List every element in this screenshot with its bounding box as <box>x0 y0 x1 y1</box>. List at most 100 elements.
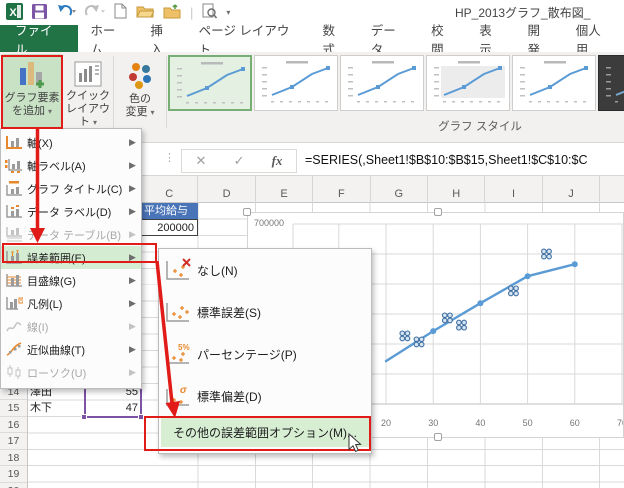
menu-item-axis-titles[interactable]: 軸ラベル(A)▶ <box>1 154 141 177</box>
add-chart-element-button[interactable]: グラフ要素 を追加 ▾ <box>2 54 62 129</box>
error-bars-none-icon <box>159 258 197 282</box>
chart-resize-handle[interactable] <box>434 208 442 216</box>
column-header[interactable]: I <box>485 176 542 203</box>
submenu-arrow-icon: ▶ <box>129 252 141 263</box>
column-header[interactable]: E <box>256 176 313 203</box>
chart-styles-gallery <box>168 55 624 113</box>
series-value-cell[interactable]: 200000 <box>141 219 198 235</box>
menu-item-error-bars[interactable]: 誤差範囲(E)▶ <box>1 246 141 269</box>
formula-bar-grip[interactable]: ⋮ <box>164 151 175 164</box>
submenu-arrow-icon: ▶ <box>129 344 141 355</box>
column-header[interactable]: F <box>313 176 370 203</box>
redo-icon[interactable] <box>85 4 105 21</box>
cancel-icon[interactable]: ✕ <box>196 153 207 169</box>
svg-text:70: 70 <box>617 418 623 428</box>
submenu-arrow-icon: ▶ <box>129 229 141 240</box>
submenu-arrow-icon: ▶ <box>129 275 141 286</box>
selection-handle[interactable] <box>138 414 144 420</box>
chart-style-thumbnail[interactable] <box>340 55 424 111</box>
gridlines-icon <box>1 273 27 288</box>
cell-b15[interactable]: 47 <box>86 400 138 416</box>
open-folder-icon[interactable] <box>136 4 154 21</box>
svg-text:σ: σ <box>180 385 187 396</box>
add-chart-element-menu: 軸(X)▶ 軸ラベル(A)▶ グラフ タイトル(C)▶ データ ラベル(D)▶ … <box>0 128 142 389</box>
menu-item-axes[interactable]: 軸(X)▶ <box>1 131 141 154</box>
svg-text:20: 20 <box>381 418 391 428</box>
change-colors-button[interactable]: 色の 変更 ▾ <box>116 54 164 129</box>
chart-style-thumbnail[interactable] <box>426 55 510 111</box>
submenu-item-standard-deviation[interactable]: σ 標準偏差(D) <box>159 375 371 417</box>
tab-formulas[interactable]: 数式 <box>311 25 359 52</box>
tab-home[interactable]: ホーム <box>78 25 138 52</box>
svg-text:30: 30 <box>428 418 438 428</box>
error-bars-icon <box>1 250 27 265</box>
quick-layout-button[interactable]: クイック レイアウト ▾ <box>64 54 112 129</box>
chart-style-thumbnail[interactable] <box>598 55 624 111</box>
chart-style-thumbnail[interactable] <box>512 55 596 111</box>
trendline-icon <box>1 342 27 357</box>
column-header[interactable]: J <box>543 176 600 203</box>
menu-item-legend[interactable]: 凡例(L)▶ <box>1 292 141 315</box>
chart-title-icon <box>1 181 27 196</box>
submenu-arrow-icon: ▶ <box>129 137 141 148</box>
row-header[interactable]: 20 <box>0 483 27 488</box>
series-name-cell[interactable]: 平均給与 <box>141 203 198 219</box>
row-header[interactable]: 19 <box>0 466 27 482</box>
menu-item-data-table: データ テーブル(B)▶ <box>1 223 141 246</box>
group-separator <box>113 56 114 128</box>
insert-function-icon[interactable]: fx <box>272 153 283 169</box>
tab-personal[interactable]: 個人用 <box>564 25 624 52</box>
selected-data-point <box>442 313 452 323</box>
submenu-arrow-icon: ▶ <box>129 183 141 194</box>
updown-bars-icon <box>1 365 27 380</box>
quick-layout-icon <box>74 61 102 90</box>
tab-file[interactable]: ファイル <box>0 25 78 52</box>
chart-styles-group-label: グラフ スタイル <box>380 118 580 134</box>
menu-item-chart-title[interactable]: グラフ タイトル(C)▶ <box>1 177 141 200</box>
data-table-icon <box>1 227 27 242</box>
column-header[interactable]: D <box>198 176 255 203</box>
formula-input[interactable]: =SERIES(,Sheet1!$B$10:$B$15,Sheet1!$C$10… <box>305 153 588 167</box>
row-header[interactable]: 15 <box>0 400 27 416</box>
undo-icon[interactable] <box>56 4 76 21</box>
cell-a15[interactable]: 木下 <box>30 400 82 416</box>
submenu-item-standard-error[interactable]: 標準誤差(S) <box>159 291 371 333</box>
ribbon-tab-row: ファイル ホーム 挿入 ページ レイアウト 数式 データ 校閲 表示 開発 個人… <box>0 25 624 52</box>
menu-item-gridlines[interactable]: 目盛線(G)▶ <box>1 269 141 292</box>
chart-style-thumbnail[interactable] <box>254 55 338 111</box>
submenu-item-percentage[interactable]: 5% パーセンテージ(P) <box>159 333 371 375</box>
enter-icon[interactable]: ✓ <box>234 153 245 169</box>
chart-resize-handle[interactable] <box>434 433 442 441</box>
column-header[interactable]: C <box>141 176 198 203</box>
menu-item-trendline[interactable]: 近似曲線(T)▶ <box>1 338 141 361</box>
column-header[interactable]: G <box>371 176 428 203</box>
tab-review[interactable]: 校閲 <box>419 25 467 52</box>
data-labels-icon <box>1 204 27 219</box>
submenu-item-none[interactable]: なし(N) <box>159 249 371 291</box>
menu-item-data-labels[interactable]: データ ラベル(D)▶ <box>1 200 141 223</box>
tab-data[interactable]: データ <box>359 25 419 52</box>
menu-item-updown-bars: ローソク(U)▶ <box>1 361 141 384</box>
group-separator <box>166 56 167 128</box>
submenu-arrow-icon: ▶ <box>129 206 141 217</box>
tab-page-layout[interactable]: ページ レイアウト <box>187 25 311 52</box>
more-error-bar-options-item[interactable]: その他の誤差範囲オプション(M)... <box>161 418 369 447</box>
selected-data-point <box>457 320 467 330</box>
tab-developer[interactable]: 開発 <box>516 25 564 52</box>
submenu-arrow-icon: ▶ <box>129 298 141 309</box>
chart-style-thumbnail[interactable] <box>168 55 252 111</box>
chart-resize-handle[interactable] <box>243 208 251 216</box>
svg-text:60: 60 <box>570 418 580 428</box>
excel-window: X | ▾ HP_2013グラフ_散布図_ ファイル ホーム 挿入 ページ レイ… <box>0 0 624 488</box>
tab-insert[interactable]: 挿入 <box>138 25 186 52</box>
row-header[interactable]: 16 <box>0 417 27 433</box>
column-header[interactable]: H <box>428 176 485 203</box>
menu-item-lines: 線(I)▶ <box>1 315 141 338</box>
row-header[interactable]: 18 <box>0 450 27 466</box>
dropdown-caret-icon: ▾ <box>48 107 52 116</box>
svg-text:5%: 5% <box>178 343 190 352</box>
axis-titles-icon <box>1 158 27 173</box>
tab-view[interactable]: 表示 <box>467 25 515 52</box>
row-header[interactable]: 17 <box>0 433 27 449</box>
qat-customize-caret-icon[interactable]: ▾ <box>226 9 230 17</box>
